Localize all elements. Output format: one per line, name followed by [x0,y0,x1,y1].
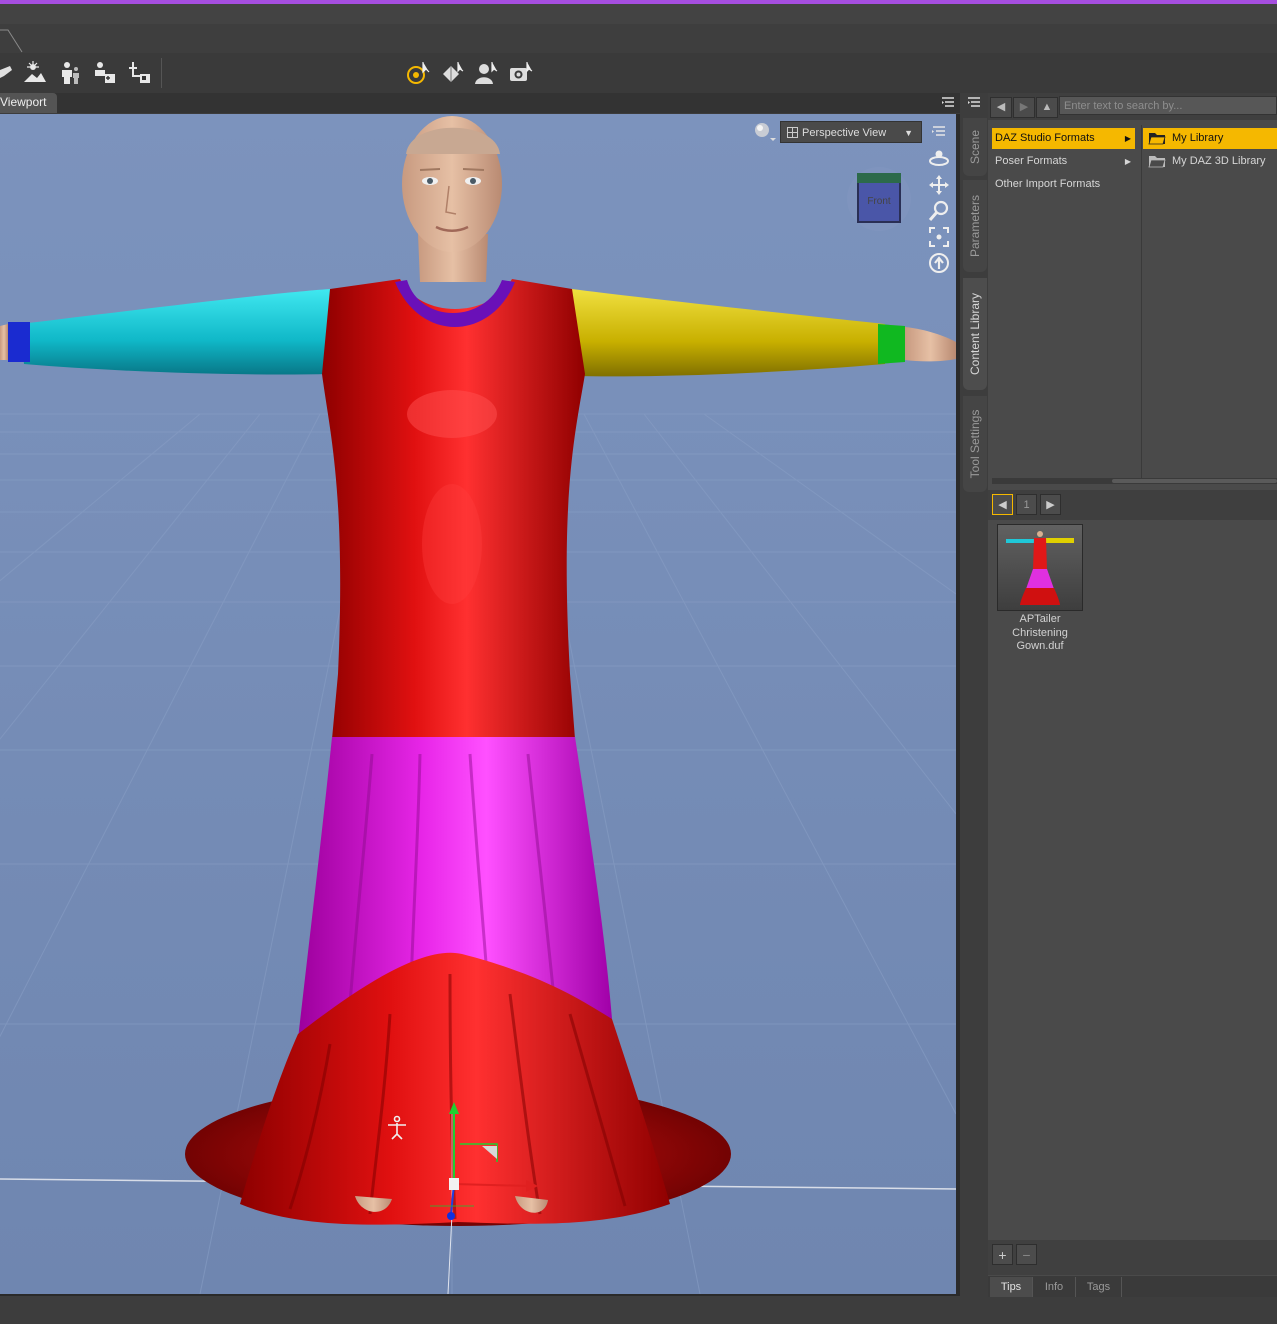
orbit-icon[interactable] [927,146,951,170]
menu-bar [0,24,1277,53]
reset-icon[interactable] [927,251,951,275]
tab-parameters[interactable]: Parameters [963,180,987,272]
side-tab-strip [960,93,988,1297]
previous-page-button[interactable]: ◀ [992,494,1013,515]
tab-scene[interactable]: Scene [963,118,987,176]
content-item-thumbnail[interactable] [997,524,1083,611]
universal-tool-icon[interactable] [405,60,431,86]
forward-button[interactable]: ▶ [1013,97,1035,118]
libraries-column [1141,125,1277,480]
up-button[interactable]: ▲ [1036,97,1058,118]
tab-tool-settings[interactable]: Tool Settings [963,396,987,492]
pan-icon[interactable] [927,173,951,197]
grid-icon [787,127,798,138]
library-my-library[interactable]: My Library [1143,128,1277,149]
folder-icon [1148,156,1166,168]
submenu-arrow-icon: ▶ [1124,157,1131,166]
title-bar [0,4,1277,24]
tab-content-library-label: Content Library [968,292,982,376]
viewport-scene [0,114,956,1294]
view-cube-label: Front [867,196,891,207]
tab-tags[interactable]: Tags [1076,1277,1122,1297]
view-select-dropdown[interactable]: Perspective View ▼ [780,121,922,143]
submenu-arrow-icon: ▶ [1124,134,1131,143]
back-button[interactable]: ◀ [990,97,1012,118]
folder-icon [1148,133,1166,145]
format-daz-studio-label: DAZ Studio Formats [995,132,1095,144]
content-item-label[interactable]: APTailer Christening Gown.duf [995,613,1085,654]
main-toolbar [0,53,1277,94]
library-my-library-label: My Library [1172,132,1224,144]
content-item-name-line3: Gown.duf [1016,640,1064,652]
viewport-tab-bar [0,93,960,113]
arrow-right-icon: ▶ [1046,499,1055,511]
figure-select-icon[interactable] [473,60,499,86]
import-icon[interactable] [127,60,153,86]
tab-parameters-label: Parameters [968,194,982,258]
arrow-right-icon: ▶ [1019,101,1029,113]
format-poser-label: Poser Formats [995,155,1068,167]
tab-content-library[interactable]: Content Library [963,278,987,390]
tab-scene-label: Scene [968,129,982,165]
frame-icon[interactable] [927,225,951,249]
arrow-up-icon: ▲ [1041,101,1053,113]
zoom-icon[interactable] [927,199,951,223]
arrow-left-icon: ◀ [998,499,1007,511]
format-other-import[interactable]: Other Import Formats [992,174,1135,195]
chevron-down-icon: ▼ [904,128,913,138]
search-input[interactable] [1059,96,1277,115]
scrollbar-thumb[interactable] [1112,479,1277,483]
add-button[interactable]: + [992,1244,1013,1265]
remove-button[interactable]: − [1016,1244,1037,1265]
gown-preview-icon [1006,531,1074,605]
tab-tips[interactable]: Tips [990,1277,1033,1297]
library-my-daz-3d[interactable]: My DAZ 3D Library [1143,151,1277,172]
draw-style-icon[interactable] [752,121,776,143]
panel-options-icon[interactable] [966,94,982,110]
tab-info[interactable]: Info [1033,1277,1076,1297]
tab-tool-settings-label: Tool Settings [968,409,982,479]
format-poser[interactable]: Poser Formats ▶ [992,151,1135,172]
view-select-label: Perspective View [802,127,887,139]
format-other-import-label: Other Import Formats [995,178,1101,190]
viewport-options-icon[interactable] [940,94,956,110]
merge-icon[interactable] [92,60,118,86]
next-page-button[interactable]: ▶ [1040,494,1061,515]
status-bar [0,1294,1277,1324]
page-number: 1 [1016,494,1037,515]
arrow-left-icon: ◀ [996,101,1006,113]
toolbar-divider [161,58,162,88]
library-my-daz-3d-label: My DAZ 3D Library [1172,155,1266,167]
figure-icon[interactable] [57,60,83,86]
tab-corner-icon [0,29,23,53]
viewport-tab-label: Viewport [0,95,47,109]
content-item-name-line1: APTailer [1019,613,1061,625]
3d-viewport[interactable] [0,114,956,1294]
viewport-menu-icon[interactable] [930,124,948,140]
viewport-tab[interactable]: Viewport [0,93,57,113]
content-item-name-line2: Christening [1012,626,1068,639]
scene-light-icon[interactable] [22,60,48,86]
format-daz-studio[interactable]: DAZ Studio Formats ▶ [992,128,1135,149]
camera-icon[interactable] [508,60,534,86]
joint-editor-icon[interactable] [439,60,465,86]
